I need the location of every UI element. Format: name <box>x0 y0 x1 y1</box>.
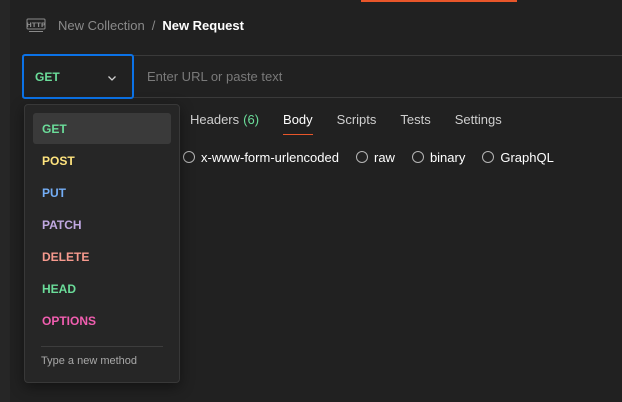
menu-item-label: PUT <box>42 185 66 200</box>
breadcrumb-separator: / <box>151 17 156 33</box>
tab-body[interactable]: Body <box>283 112 313 135</box>
radio-label: GraphQL <box>500 149 554 165</box>
tab-settings[interactable]: Settings <box>455 112 502 135</box>
http-icon: HTTP <box>26 16 46 34</box>
radio-circle[interactable] <box>183 151 195 163</box>
radio-label: raw <box>373 149 395 165</box>
custom-method-input[interactable]: Type a new method <box>41 355 137 367</box>
request-title[interactable]: New Request <box>162 18 244 33</box>
radio-binary[interactable]: binary <box>411 149 466 165</box>
radio-circle[interactable] <box>411 151 424 163</box>
breadcrumb-collection[interactable]: New Collection <box>58 18 145 33</box>
tab-headers[interactable]: Headers (6) <box>190 112 259 135</box>
url-input[interactable] <box>134 56 622 97</box>
menu-item-get[interactable]: GET <box>33 113 171 144</box>
menu-item-head[interactable]: HEAD <box>33 273 171 304</box>
radio-urlencoded[interactable]: x-www-form-urlencoded <box>183 150 339 165</box>
method-dropdown-menu: GET POST PUT PATCH DELETE HEAD OPTIONS T… <box>24 104 180 383</box>
menu-item-delete[interactable]: DELETE <box>33 241 171 272</box>
menu-item-put[interactable]: PUT <box>33 177 171 208</box>
menu-item-label: POST <box>42 153 75 168</box>
tab-label: Headers <box>190 112 240 127</box>
tab-label: Scripts <box>336 112 377 127</box>
menu-item-label: HEAD <box>42 281 77 296</box>
radio-graphql[interactable]: GraphQL <box>482 149 554 165</box>
body-type-options: x-www-form-urlencoded raw binary GraphQL <box>183 149 571 165</box>
menu-divider <box>41 346 163 347</box>
chevron-down-icon <box>106 71 118 83</box>
tab-label: Settings <box>454 112 502 127</box>
tab-label: Body <box>283 112 313 127</box>
radio-label: x-www-form-urlencoded <box>201 149 339 165</box>
menu-item-label: DELETE <box>42 249 90 264</box>
svg-text:HTTP: HTTP <box>26 21 45 29</box>
sidebar-edge <box>0 0 10 402</box>
request-tabs: Headers (6) Body Scripts Tests Settings <box>190 112 526 138</box>
menu-item-label: GET <box>42 121 67 136</box>
menu-item-patch[interactable]: PATCH <box>33 209 171 240</box>
method-select[interactable]: GET <box>22 54 134 99</box>
menu-item-post[interactable]: POST <box>33 145 171 176</box>
tab-scripts[interactable]: Scripts <box>337 112 377 135</box>
menu-item-label: OPTIONS <box>42 313 97 328</box>
active-tab-indicator <box>361 0 517 2</box>
radio-circle[interactable] <box>355 151 368 163</box>
breadcrumb: HTTP New Collection / New Request <box>26 14 244 36</box>
tab-label: Tests <box>400 112 431 127</box>
tab-tests[interactable]: Tests <box>400 112 430 135</box>
menu-item-options[interactable]: OPTIONS <box>33 305 171 336</box>
method-select-value: GET <box>35 69 60 84</box>
radio-label: binary <box>429 149 466 165</box>
tab-count: (6) <box>243 112 260 127</box>
radio-raw[interactable]: raw <box>355 149 395 165</box>
radio-circle[interactable] <box>482 151 495 163</box>
request-editor: HTTP New Collection / New Request GET He… <box>0 0 622 402</box>
menu-item-label: PATCH <box>42 217 82 232</box>
